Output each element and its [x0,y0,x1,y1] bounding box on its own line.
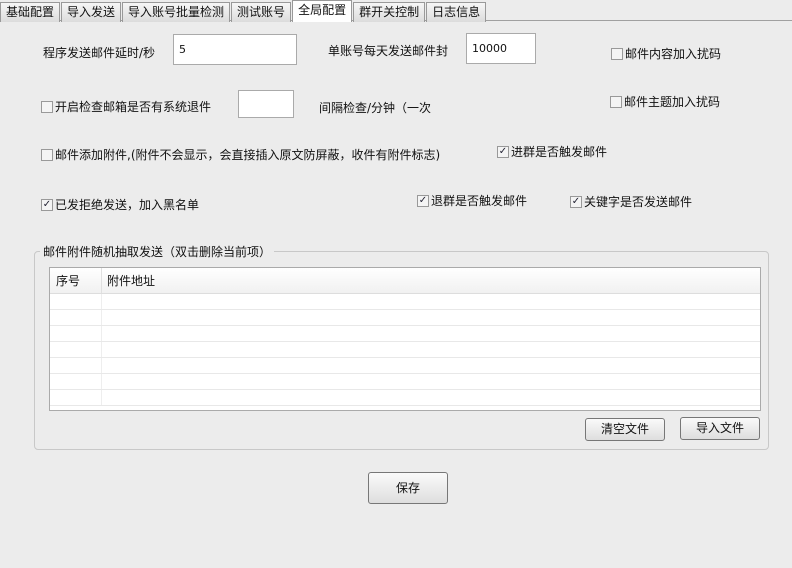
attachments-table[interactable]: 序号 附件地址 [49,267,761,411]
tab-4[interactable]: 全局配置 [292,0,353,22]
checkbox-label: 邮件主题加入扰码 [624,95,721,109]
clear-files-button[interactable]: 清空文件 [585,418,665,441]
reject-blacklist-checkbox[interactable]: ✓ 已发拒绝发送，加入黑名单 [41,196,199,213]
table-row[interactable] [50,374,760,390]
table-row[interactable] [50,390,760,406]
table-row[interactable] [50,310,760,326]
delay-input[interactable]: 5 [173,34,297,65]
content-noise-checkbox[interactable]: 邮件内容加入扰码 [611,45,721,62]
tab-bar: 基础配置 导入发送 导入账号批量检测 测试账号 全局配置 群开关控制 日志信息 [0,0,792,22]
subject-noise-checkbox[interactable]: 邮件主题加入扰码 [610,93,720,110]
checkbox-icon [41,100,53,113]
check-bounce-checkbox[interactable]: 开启检查邮箱是否有系统退件 [41,98,211,115]
checkbox-icon: ✓ [497,145,509,158]
checkbox-label: 开启检查邮箱是否有系统退件 [55,100,212,114]
checkbox-icon: ✓ [417,194,429,207]
save-button[interactable]: 保存 [368,472,448,504]
checkbox-icon [611,47,623,60]
tab-5[interactable]: 群开关控制 [353,2,426,22]
attachments-group-title: 邮件附件随机抽取发送（双击删除当前项） [40,243,275,260]
leave-trigger-checkbox[interactable]: ✓ 退群是否触发邮件 [417,192,527,209]
delay-label: 程序发送邮件延时/秒 [43,46,156,60]
checkbox-icon [610,95,622,108]
table-header: 序号 附件地址 [50,268,760,294]
checkbox-icon: ✓ [41,198,53,211]
checkbox-label: 邮件内容加入扰码 [625,47,722,61]
tab-3[interactable]: 测试账号 [231,2,292,22]
tab-1[interactable]: 导入发送 [61,2,122,22]
keyword-send-checkbox[interactable]: ✓ 关键字是否发送邮件 [570,193,692,210]
table-row[interactable] [50,358,760,374]
checkbox-label: 关键字是否发送邮件 [584,195,693,209]
table-row[interactable] [50,342,760,358]
join-trigger-checkbox[interactable]: ✓ 进群是否触发邮件 [497,143,607,160]
tab-0[interactable]: 基础配置 [0,2,61,22]
table-row[interactable] [50,294,760,310]
interval-label: 间隔检查/分钟（一次 [319,101,432,115]
checkbox-icon [41,148,53,161]
tab-2[interactable]: 导入账号批量检测 [122,2,231,22]
column-header-path[interactable]: 附件地址 [102,268,155,293]
daily-limit-label: 单账号每天发送邮件封 [328,44,449,58]
add-attachment-checkbox[interactable]: 邮件添加附件,(附件不会显示，会直接插入原文防屏蔽，收件有附件标志) [41,146,440,163]
interval-input[interactable] [238,90,294,118]
checkbox-icon: ✓ [570,195,582,208]
column-header-index[interactable]: 序号 [50,268,102,293]
tab-6[interactable]: 日志信息 [426,2,487,22]
checkbox-label: 已发拒绝发送，加入黑名单 [55,198,200,212]
checkbox-label: 退群是否触发邮件 [431,194,528,208]
checkbox-label: 进群是否触发邮件 [511,145,608,159]
import-files-button[interactable]: 导入文件 [680,417,760,440]
table-row[interactable] [50,326,760,342]
checkbox-label: 邮件添加附件,(附件不会显示，会直接插入原文防屏蔽，收件有附件标志) [55,148,441,162]
daily-limit-input[interactable]: 10000 [466,33,536,64]
